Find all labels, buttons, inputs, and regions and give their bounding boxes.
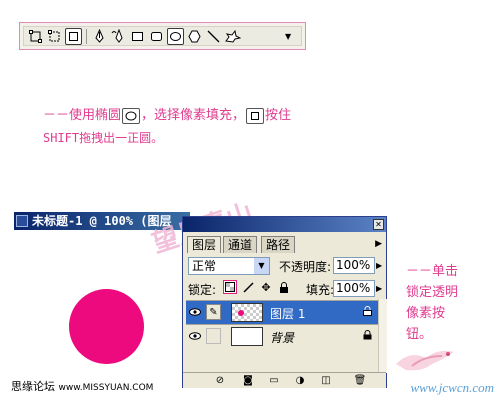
rounded-rectangle-icon[interactable] (148, 28, 165, 45)
footer-site-credit: 思缘论坛 www.MISSYUAN.COM (11, 378, 153, 394)
ellipse-tool-inline-icon (122, 107, 141, 124)
thumbnail-dot (238, 310, 244, 316)
dropdown-arrow-icon[interactable]: ▼ (285, 32, 291, 41)
fill-pixels-icon[interactable] (65, 28, 82, 45)
instruction-part-c: 按住 (265, 108, 292, 123)
opacity-arrow-icon[interactable]: ▶ (376, 261, 382, 270)
lock-icon (363, 330, 372, 343)
lock-transparent-pixels-button[interactable] (223, 280, 237, 294)
line-icon[interactable] (205, 28, 222, 45)
instruction-line-2: SHIFT拖拽出一正圆。 (43, 131, 164, 145)
rectangle-icon[interactable] (129, 28, 146, 45)
empty-link-slot[interactable] (206, 328, 221, 344)
close-icon[interactable]: ✕ (373, 219, 384, 230)
layer-row-layer1[interactable]: ✎ 图层 1 (186, 300, 378, 324)
eye-icon[interactable] (188, 329, 202, 343)
palette-title-bar[interactable]: ✕ (183, 217, 386, 232)
polygon-icon[interactable] (186, 28, 203, 45)
footer-site-name: 思缘论坛 (11, 380, 55, 393)
custom-shape-icon[interactable] (224, 28, 241, 45)
instruction-text: －－使用椭圆 ，选择像素填充， 按住 SHIFT拖拽出一正圆。 (43, 104, 343, 150)
side-note-line: －－单击 (406, 264, 459, 279)
side-note-line: 锁定透明 (406, 285, 459, 300)
blend-mode-value: 正常 (192, 259, 217, 273)
new-layer-icon[interactable]: ◫ (319, 374, 333, 388)
tab-paths[interactable]: 路径 (261, 236, 296, 253)
layer-thumbnail (231, 327, 263, 346)
layer-mask-icon[interactable]: ◙ (241, 374, 255, 388)
layer-set-icon[interactable]: ▭ (267, 374, 281, 388)
palette-bottom-bar: ⊘ ◙ ▭ ◑ ◫ 🗑 (183, 372, 386, 388)
fill-input[interactable]: 100% (333, 280, 375, 297)
shape-layers-icon[interactable] (27, 28, 44, 45)
footer-watermark-url: www.jcwcn.com (410, 380, 494, 395)
pen-icon[interactable] (91, 28, 108, 45)
transparency-lock-icon (363, 306, 372, 319)
tab-channels[interactable]: 通道 (223, 236, 258, 253)
lock-image-pixels-button[interactable] (241, 280, 255, 294)
tab-layers[interactable]: 图层 (187, 236, 222, 253)
toolbar-separator (86, 29, 87, 44)
opacity-input[interactable]: 100% (333, 257, 375, 274)
layer-thumbnail (231, 303, 263, 322)
link-layers-icon[interactable]: ⊘ (213, 374, 227, 388)
lock-all-button[interactable] (277, 280, 291, 294)
instruction-part-b: ，选择像素填充， (141, 108, 246, 123)
palette-menu-icon[interactable]: ▶ (375, 239, 382, 249)
lock-label: 锁定: (188, 283, 217, 297)
fill-label: 填充: (306, 283, 335, 297)
instruction-part-a: －－使用椭圆 (43, 108, 122, 123)
shape-options-toolbar: ▼ (19, 22, 306, 50)
layer-name: 背景 (270, 331, 295, 345)
side-note: －－单击 锁定透明 像素按 钮。 (406, 261, 484, 345)
paths-icon[interactable] (46, 28, 63, 45)
adjustment-layer-icon[interactable]: ◑ (293, 374, 307, 388)
trash-icon[interactable]: 🗑 (353, 374, 367, 388)
fill-arrow-icon[interactable]: ▶ (376, 284, 382, 293)
freeform-pen-icon[interactable] (110, 28, 127, 45)
ellipse-icon[interactable] (167, 28, 184, 45)
photoshop-doc-icon (16, 215, 28, 227)
toolbar-inner: ▼ (23, 26, 302, 46)
fill-pixels-inline-icon (246, 107, 265, 124)
layers-palette: ✕ 图层 通道 路径 ▶ 正常 ▼ 不透明度: 100% ▶ 锁定: ✥ 填充:… (182, 216, 387, 388)
brush-icon[interactable]: ✎ (206, 304, 221, 320)
blend-mode-select[interactable]: 正常 ▼ (188, 257, 270, 275)
side-note-line: 像素按 (406, 306, 446, 321)
layer-name: 图层 1 (270, 307, 306, 321)
layer-row-background[interactable]: 背景 (186, 324, 378, 348)
eye-icon[interactable] (188, 305, 202, 319)
chevron-down-icon: ▼ (254, 258, 269, 274)
pink-circle (69, 289, 144, 364)
bird-decoration-icon (396, 350, 454, 371)
instruction-line-1: －－使用椭圆 ，选择像素填充， 按住 (43, 104, 343, 127)
opacity-label: 不透明度: (279, 260, 332, 274)
footer-site-url: www.MISSYUAN.COM (58, 383, 154, 393)
lock-position-button[interactable]: ✥ (259, 280, 273, 294)
palette-scrollbar[interactable] (378, 299, 387, 373)
